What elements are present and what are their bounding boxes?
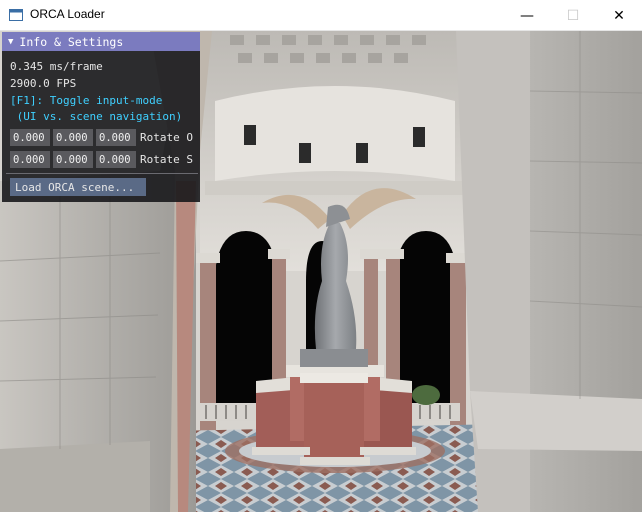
rotate-s-label: Rotate S [140, 153, 193, 166]
close-icon: ✕ [613, 7, 625, 24]
input-mode-hint-detail: (UI vs. scene navigation) [10, 110, 183, 123]
maximize-button[interactable]: ☐ [550, 0, 596, 31]
rotate-s-row: 0.000 0.000 0.000 Rotate S [10, 151, 193, 168]
collapse-triangle-icon[interactable]: ▼ [8, 37, 13, 47]
rotate-s-y-field[interactable]: 0.000 [53, 151, 93, 168]
window-title: ORCA Loader [30, 7, 105, 21]
rotate-o-z-field[interactable]: 0.000 [96, 129, 136, 146]
minimize-icon: — [520, 7, 534, 24]
load-orca-scene-button[interactable]: Load ORCA scene... [10, 178, 146, 196]
title-bar: ORCA Loader — ☐ ✕ [0, 0, 642, 31]
input-mode-hint: [F1]: Toggle input-mode [10, 94, 163, 107]
panel-title: Info & Settings [19, 34, 124, 49]
minimize-button[interactable]: — [504, 0, 550, 31]
ms-per-frame-text: 0.345 ms/frame [10, 60, 103, 73]
rotate-s-z-field[interactable]: 0.000 [96, 151, 136, 168]
rotate-o-label: Rotate O [140, 131, 193, 144]
rotate-o-row: 0.000 0.000 0.000 Rotate O [10, 129, 193, 146]
rotate-o-x-field[interactable]: 0.000 [10, 129, 50, 146]
app-window-icon [9, 9, 23, 21]
panel-header[interactable]: ▼ Info & Settings [2, 32, 200, 51]
fps-text: 2900.0 FPS [10, 77, 77, 90]
info-settings-panel: ▼ Info & Settings 0.345 ms/frame 2900.0 … [2, 32, 200, 202]
rotate-o-y-field[interactable]: 0.000 [53, 129, 93, 146]
rotate-s-x-field[interactable]: 0.000 [10, 151, 50, 168]
panel-separator [6, 173, 198, 174]
close-button[interactable]: ✕ [596, 0, 642, 31]
maximize-icon: ☐ [566, 7, 580, 24]
